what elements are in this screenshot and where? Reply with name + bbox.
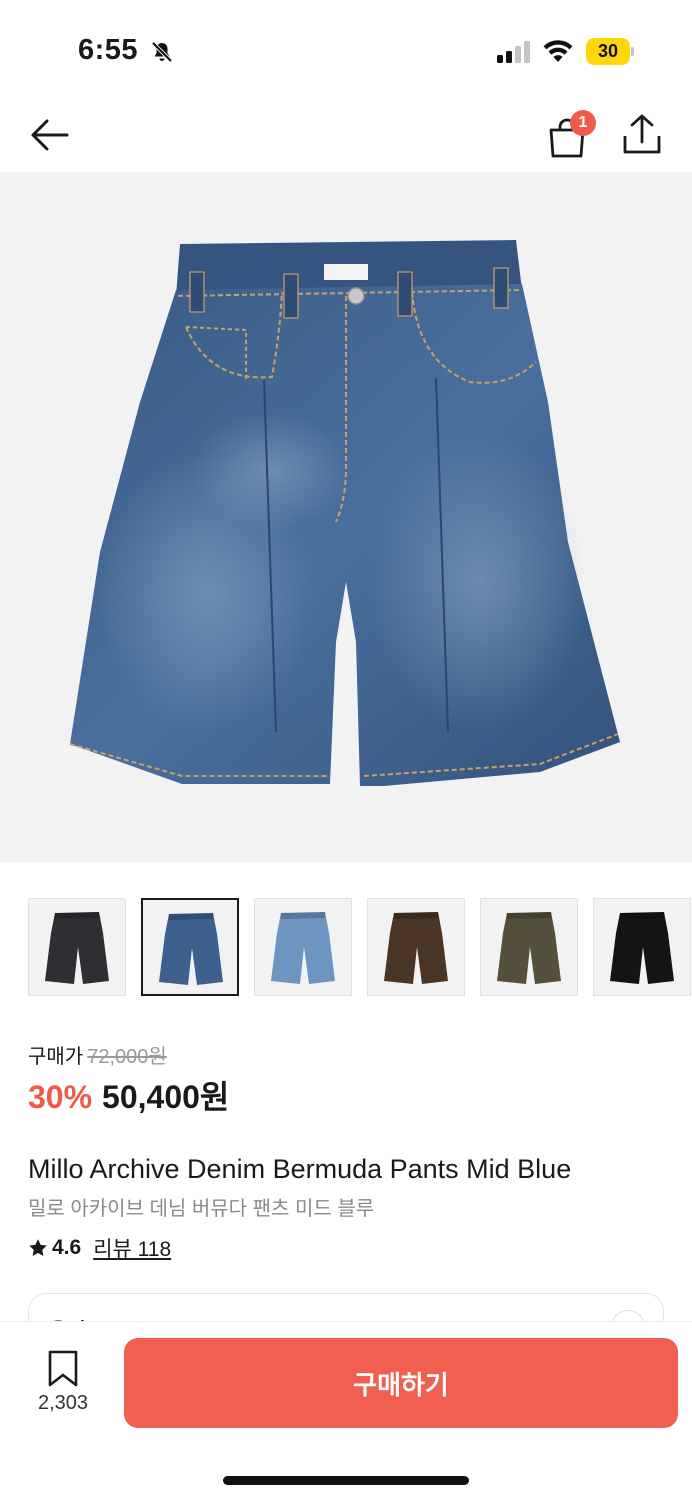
bookmark-icon	[48, 1350, 78, 1387]
rating-value: 4.6	[52, 1236, 82, 1259]
product-main-image[interactable]	[0, 172, 692, 862]
color-thumbnail-light-blue-denim[interactable]	[254, 898, 352, 996]
sale-price: 50,400원	[102, 1079, 230, 1115]
thumbnail-shorts-image	[610, 912, 674, 984]
thumbnail-shorts-image	[384, 912, 448, 984]
back-button[interactable]	[24, 110, 74, 160]
status-time: 6:55	[78, 34, 139, 66]
battery-level: 30	[586, 38, 630, 65]
star-icon	[29, 1239, 47, 1256]
bottom-action-bar: 2,303 구매하기	[0, 1322, 692, 1500]
color-thumbnail-mid-blue-denim[interactable]	[141, 898, 239, 996]
thumbnail-shorts-image	[497, 912, 561, 984]
sale-price-row: 30% 50,400원	[28, 1072, 229, 1118]
thumbnail-shorts-image	[271, 912, 335, 984]
cart-count-badge: 1	[570, 110, 596, 136]
top-nav: 1	[0, 100, 692, 172]
product-name-en: Millo Archive Denim Bermuda Pants Mid Bl…	[28, 1154, 572, 1184]
share-button[interactable]	[620, 110, 666, 160]
home-indicator	[223, 1476, 469, 1485]
product-name-ko: 밀로 아카이브 데님 버뮤다 팬츠 미드 블루	[28, 1198, 375, 1220]
color-thumbnail-brown[interactable]	[367, 898, 465, 996]
bell-slash-icon	[151, 41, 173, 63]
price-label-row: 구매가 72,000원	[28, 1040, 167, 1069]
denim-shorts-image	[69, 240, 620, 786]
wishlist-button[interactable]: 2,303	[26, 1350, 100, 1420]
color-thumbnail-black-washed-denim[interactable]	[28, 898, 126, 996]
thumbnail-shorts-image	[45, 912, 109, 984]
wifi-icon	[543, 40, 573, 62]
original-price: 72,000원	[87, 1046, 167, 1068]
cellular-signal-icon	[497, 41, 530, 63]
color-thumbnail-strip	[28, 898, 692, 998]
battery-icon: 30	[586, 38, 634, 65]
price-label: 구매가	[28, 1046, 84, 1068]
color-thumbnail-olive-brown-washed[interactable]	[480, 898, 578, 996]
buy-button[interactable]: 구매하기	[124, 1338, 678, 1428]
discount-rate: 30%	[28, 1079, 93, 1115]
thumbnail-shorts-image	[159, 913, 223, 985]
battery-tip	[631, 47, 634, 56]
status-bar: 6:55 30	[0, 0, 692, 100]
review-link[interactable]: 리뷰 118	[93, 1233, 171, 1263]
wishlist-count: 2,303	[37, 1392, 89, 1414]
shopping-bag-button[interactable]: 1	[540, 108, 596, 164]
arrow-left-icon	[31, 119, 69, 151]
color-thumbnail-black[interactable]	[593, 898, 691, 996]
rating-row: 4.6 리뷰 118	[28, 1233, 171, 1263]
share-icon	[623, 114, 661, 154]
